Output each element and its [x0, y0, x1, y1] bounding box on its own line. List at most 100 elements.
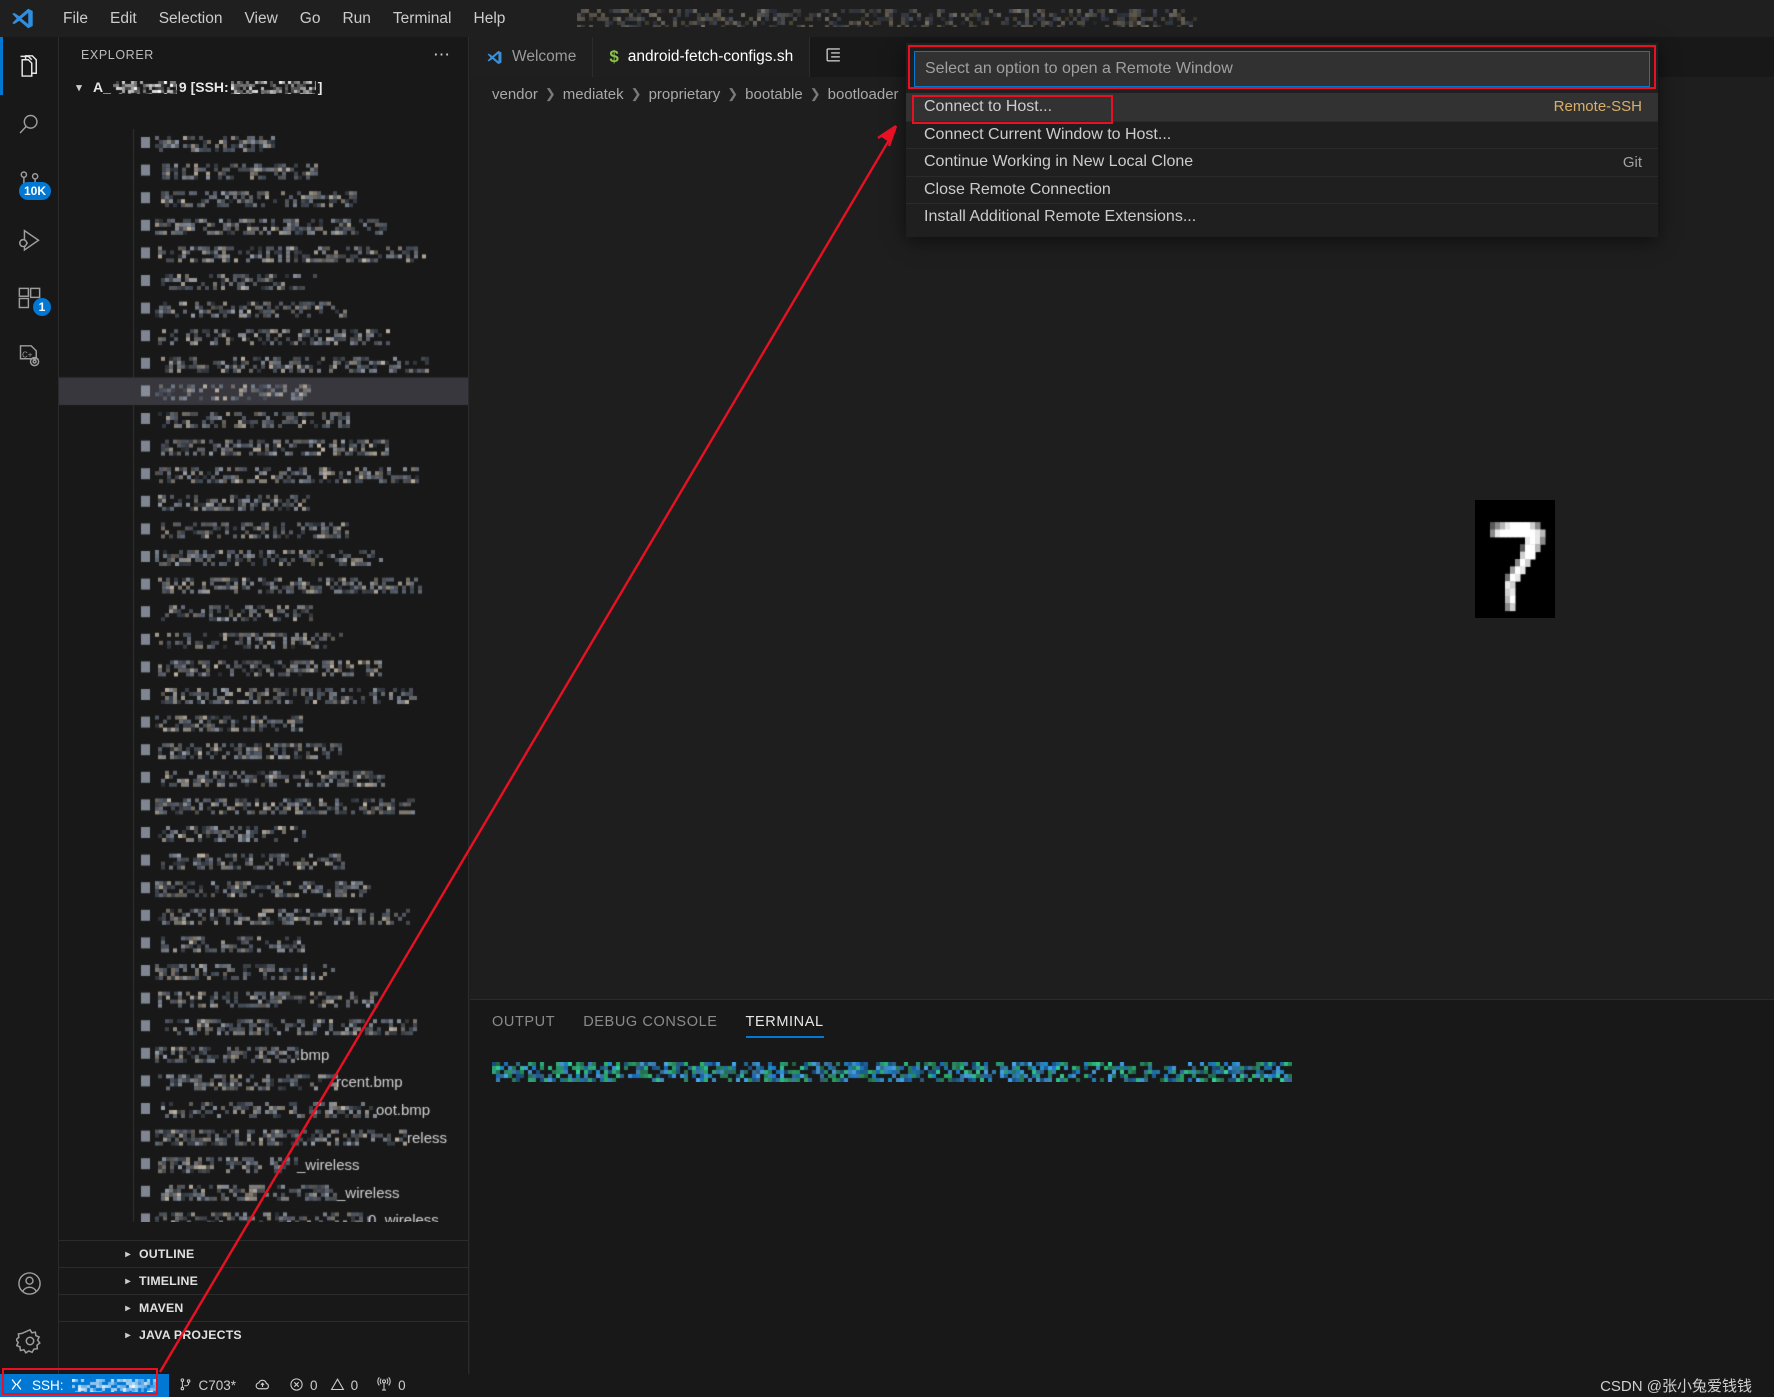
menu-bar: File Edit Selection View Go Run Terminal…: [52, 6, 516, 32]
source-control-badge: 10K: [19, 182, 51, 200]
status-sync[interactable]: [245, 1374, 280, 1397]
menu-go[interactable]: Go: [289, 6, 332, 32]
menu-help[interactable]: Help: [463, 6, 517, 32]
explorer-root-folder[interactable]: ▾ A_ 9 [SSH:]: [59, 73, 468, 101]
status-problems[interactable]: 0 0: [280, 1374, 367, 1397]
shell-script-icon: $: [609, 47, 618, 67]
quickpick-option-label: Close Remote Connection: [924, 181, 1111, 199]
sidebar-section-label: MAVEN: [139, 1301, 184, 1315]
activitybar-item-search[interactable]: [0, 95, 59, 153]
chevron-right-icon: ▸: [121, 1249, 135, 1260]
status-bar: SSH: C703* 0 0 0 CSDN @张小兔爱钱钱: [0, 1374, 1774, 1397]
sidebar-title: EXPLORER: [81, 48, 154, 62]
remote-window-quickpick: Connect to Host... Remote-SSH Connect Cu…: [906, 43, 1658, 237]
watermark-text: CSDN @张小兔爱钱钱: [1600, 1375, 1774, 1396]
quickpick-option-label: Install Additional Remote Extensions...: [924, 208, 1196, 226]
sidebar-section-label: OUTLINE: [139, 1247, 194, 1261]
vscode-logo-icon: [0, 0, 44, 37]
quickpick-option-connect-to-host[interactable]: Connect to Host... Remote-SSH: [906, 93, 1658, 121]
extensions-badge: 1: [33, 298, 51, 316]
activity-bar: 10K 1 C+: [0, 37, 59, 1374]
status-ports-count: 0: [398, 1378, 406, 1393]
activitybar-item-extensions[interactable]: 1: [0, 269, 59, 327]
chevron-down-icon: ▾: [71, 81, 87, 94]
status-ports[interactable]: 0: [367, 1374, 415, 1397]
sidebar-section-outline[interactable]: ▸ OUTLINE: [59, 1240, 469, 1267]
sidebar-section-java-projects[interactable]: ▸ JAVA PROJECTS: [59, 1321, 469, 1348]
menu-edit[interactable]: Edit: [99, 6, 148, 32]
activitybar-item-source-control[interactable]: 10K: [0, 153, 59, 211]
activitybar-item-cpp-config[interactable]: C+: [0, 327, 59, 385]
breadcrumb-item-bootable[interactable]: bootable: [745, 86, 803, 103]
status-remote-label: SSH:: [32, 1378, 64, 1393]
tab-label: android-fetch-configs.sh: [628, 48, 793, 66]
quickpick-option-source: Remote-SSH: [1554, 98, 1642, 115]
split-editor-icon[interactable]: [824, 45, 843, 69]
menu-file[interactable]: File: [52, 6, 99, 32]
menu-run[interactable]: Run: [331, 6, 381, 32]
menu-selection[interactable]: Selection: [148, 6, 234, 32]
quickpick-option-label: Connect Current Window to Host...: [924, 126, 1171, 144]
breadcrumb-item-mediatek[interactable]: mediatek: [563, 86, 624, 103]
menu-view[interactable]: View: [233, 6, 288, 32]
quickpick-search-input[interactable]: [914, 51, 1650, 87]
panel-tab-output[interactable]: OUTPUT: [492, 1000, 555, 1044]
explorer-root-label: A_ 9 [SSH:]: [93, 79, 322, 95]
chevron-right-icon: ❯: [810, 86, 821, 102]
sidebar-section-label: JAVA PROJECTS: [139, 1328, 242, 1342]
quickpick-option-continue-working-in-new-local-clone[interactable]: Continue Working in New Local Clone Git: [906, 148, 1658, 176]
activity-bar-bottom: [0, 1254, 59, 1370]
ellipsis-icon[interactable]: ⋯: [433, 50, 452, 60]
title-bar: File Edit Selection View Go Run Terminal…: [0, 0, 1774, 37]
tab-android-fetch-configs[interactable]: $ android-fetch-configs.sh: [593, 37, 810, 77]
quickpick-option-source: Git: [1623, 154, 1642, 171]
quickpick-option-close-remote-connection[interactable]: Close Remote Connection: [906, 176, 1658, 204]
chevron-right-icon: ▸: [121, 1303, 135, 1314]
quickpick-option-label: Connect to Host...: [924, 98, 1052, 116]
panel-tab-debug-console[interactable]: DEBUG CONSOLE: [583, 1000, 717, 1044]
sidebar-section-maven[interactable]: ▸ MAVEN: [59, 1294, 469, 1321]
tab-label: Welcome: [512, 48, 576, 66]
quickpick-input-wrap: [906, 43, 1658, 93]
activitybar-item-accounts[interactable]: [0, 1254, 59, 1312]
sidebar: EXPLORER ⋯ ▾ A_ 9 [SSH:] ▸ OUTLINE ▸ TIME…: [59, 37, 469, 1374]
terminal-output-redacted[interactable]: [470, 1044, 1774, 1082]
remote-indicator-icon: [9, 1377, 24, 1395]
quickpick-option-label: Continue Working in New Local Clone: [924, 153, 1193, 171]
radio-tower-icon: [376, 1376, 392, 1395]
breadcrumb-item-bootloader[interactable]: bootloader: [828, 86, 899, 103]
chevron-right-icon: ❯: [545, 86, 556, 102]
cloud-sync-icon: [254, 1376, 271, 1396]
bottom-panel: OUTPUT DEBUG CONSOLE TERMINAL: [470, 999, 1774, 1374]
breadcrumb-item-proprietary[interactable]: proprietary: [649, 86, 721, 103]
status-branch[interactable]: C703*: [169, 1374, 246, 1397]
vscode-window: File Edit Selection View Go Run Terminal…: [0, 0, 1774, 1397]
warning-icon: [330, 1377, 345, 1395]
menu-terminal[interactable]: Terminal: [382, 6, 463, 32]
sidebar-collapsed-sections: ▸ OUTLINE ▸ TIMELINE ▸ MAVEN ▸ JAVA PROJ…: [59, 1240, 469, 1348]
status-branch-label: C703*: [199, 1378, 237, 1393]
panel-tab-terminal[interactable]: TERMINAL: [746, 1000, 824, 1044]
tab-welcome[interactable]: Welcome: [470, 37, 593, 77]
quickpick-option-connect-current-window-to-host[interactable]: Connect Current Window to Host...: [906, 121, 1658, 149]
sidebar-section-label: TIMELINE: [139, 1274, 198, 1288]
status-remote-indicator[interactable]: SSH:: [0, 1374, 169, 1397]
error-icon: [289, 1377, 304, 1395]
file-tree[interactable]: [59, 129, 468, 1222]
status-errors-count: 0: [310, 1378, 318, 1393]
activitybar-item-manage[interactable]: [0, 1312, 59, 1370]
chevron-right-icon: ❯: [631, 86, 642, 102]
breadcrumb-item-vendor[interactable]: vendor: [492, 86, 538, 103]
chevron-right-icon: ▸: [121, 1276, 135, 1287]
quickpick-option-install-additional-remote-extensions[interactable]: Install Additional Remote Extensions...: [906, 203, 1658, 231]
activitybar-item-explorer[interactable]: [0, 37, 59, 95]
activitybar-item-run-and-debug[interactable]: [0, 211, 59, 269]
panel-tabs: OUTPUT DEBUG CONSOLE TERMINAL: [470, 1000, 1774, 1044]
chevron-right-icon: ❯: [727, 86, 738, 102]
mnist-digit-seven-image: [1475, 500, 1555, 618]
sidebar-header: EXPLORER ⋯: [59, 37, 468, 73]
sidebar-section-timeline[interactable]: ▸ TIMELINE: [59, 1267, 469, 1294]
status-warnings-count: 0: [351, 1378, 359, 1393]
vscode-logo-icon: [486, 49, 503, 66]
chevron-right-icon: ▸: [121, 1330, 135, 1341]
